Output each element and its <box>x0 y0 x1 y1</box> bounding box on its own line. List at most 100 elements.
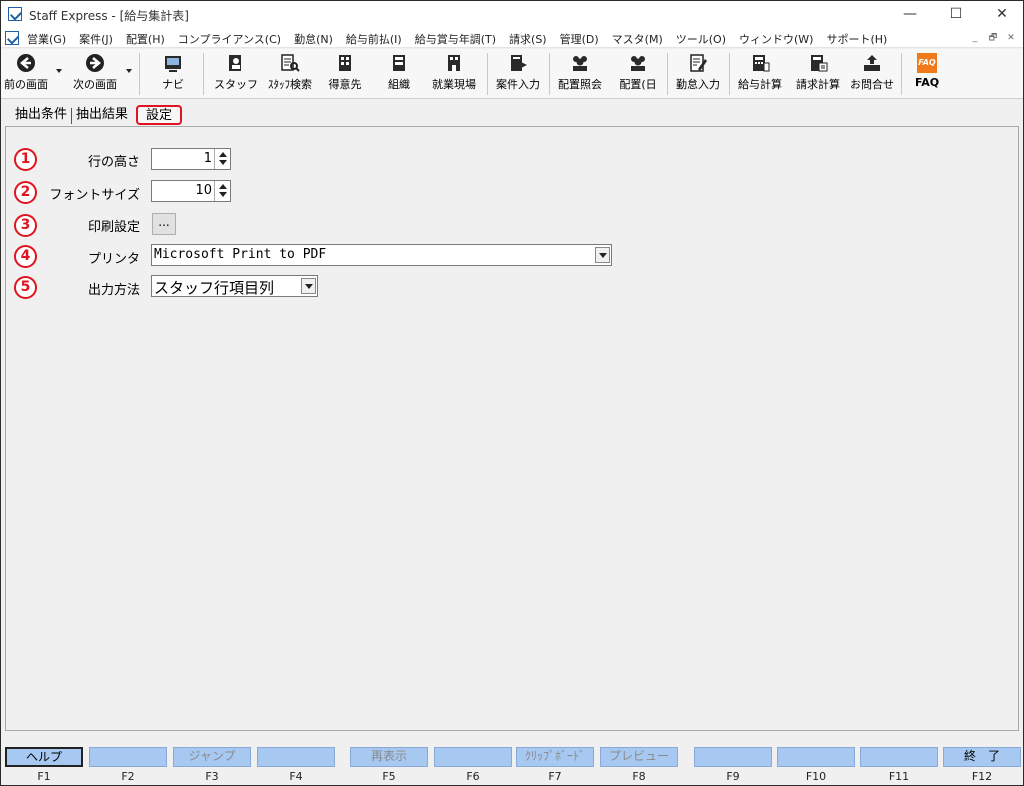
menu-billing[interactable]: 請求(S) <box>509 31 547 47</box>
contact-label: お問合せ <box>850 78 894 91</box>
assignment-people-icon <box>573 56 587 71</box>
spin-up-icon[interactable] <box>219 184 227 189</box>
font-size-stepper[interactable]: 10 <box>151 180 231 202</box>
f4-button[interactable] <box>257 747 335 767</box>
faq-button[interactable]: FAQ FAQ <box>905 51 949 95</box>
tab-extraction-conditions[interactable]: 抽出条件 <box>11 105 71 125</box>
close-button[interactable]: ✕ <box>979 1 1024 29</box>
menu-salary-advance[interactable]: 給与前払(I) <box>346 31 402 47</box>
assign-day-button[interactable]: 配置(日 <box>613 51 663 95</box>
mdi-minimize-button[interactable]: _ <box>967 32 983 45</box>
billing-calc-button[interactable]: 請求計算 <box>791 51 845 95</box>
app-logo-icon <box>8 7 22 21</box>
back-button[interactable]: 前の画面 <box>1 51 51 95</box>
f9-button[interactable] <box>694 747 772 767</box>
step-badge-3: 3 <box>14 214 37 237</box>
f5-refresh-button[interactable]: 再表示 <box>350 747 428 767</box>
case-entry-label: 案件入力 <box>496 78 540 91</box>
billing-calculator-icon <box>811 55 828 72</box>
function-key-bar: ヘルプ ジャンプ 再表示 ｸﾘｯﾌﾟﾎﾞｰﾄﾞ プレビュー 終 了 F1 F2 … <box>5 747 1021 785</box>
font-size-value: 10 <box>195 183 212 198</box>
step-badge-5: 5 <box>14 276 37 299</box>
f6-button[interactable] <box>434 747 512 767</box>
menu-compliance[interactable]: コンプライアンス(C) <box>178 31 281 47</box>
print-settings-button[interactable]: ... <box>152 213 176 235</box>
f5-key-label: F5 <box>382 770 396 783</box>
printer-row: 4 プリンタ Microsoft Print to PDF <box>6 244 1020 268</box>
print-settings-row: 3 印刷設定 ... <box>6 213 1020 237</box>
f7-clipboard-button[interactable]: ｸﾘｯﾌﾟﾎﾞｰﾄﾞ <box>516 747 594 767</box>
f8-key-label: F8 <box>632 770 646 783</box>
staff-button[interactable]: スタッフ <box>213 51 259 95</box>
menu-tools[interactable]: ツール(O) <box>676 31 726 47</box>
toolbar-separator <box>549 53 550 95</box>
toolbar-separator <box>729 53 730 95</box>
f1-help-button[interactable]: ヘルプ <box>5 747 83 767</box>
font-size-spin-buttons[interactable] <box>214 181 230 201</box>
output-method-row: 5 出力方法 スタッフ行項目列 <box>6 275 1020 299</box>
f10-key-label: F10 <box>805 770 827 783</box>
client-button[interactable]: 得意先 <box>323 51 367 95</box>
navi-button[interactable]: ナビ <box>151 51 195 95</box>
case-entry-button[interactable]: 案件入力 <box>491 51 545 95</box>
f3-jump-button[interactable]: ジャンプ <box>173 747 251 767</box>
staff-search-button[interactable]: ｽﾀｯﾌ検索 <box>263 51 317 95</box>
f11-button[interactable] <box>860 747 938 767</box>
payroll-calc-button[interactable]: 給与計算 <box>733 51 787 95</box>
f8-preview-button[interactable]: プレビュー <box>600 747 678 767</box>
contact-button[interactable]: お問合せ <box>847 51 897 95</box>
toolbar-separator <box>667 53 668 95</box>
printer-label: プリンタ <box>87 252 140 267</box>
menu-assignment[interactable]: 配置(H) <box>126 31 165 47</box>
assignment-day-icon <box>631 56 645 71</box>
spin-up-icon[interactable] <box>219 152 227 157</box>
assign-query-label: 配置照会 <box>558 78 602 91</box>
toolbar: 前の画面 次の画面 ナビ スタッフ ｽﾀｯﾌ検索 得意先 組織 就業現場 案件入… <box>1 49 1023 99</box>
tab-extraction-results[interactable]: 抽出結果 <box>72 105 132 125</box>
tab-settings[interactable]: 設定 <box>136 105 183 125</box>
mdi-restore-button[interactable]: 🗗 <box>985 32 1001 45</box>
menu-sales[interactable]: 営業(G) <box>27 31 66 47</box>
org-button[interactable]: 組織 <box>377 51 421 95</box>
menu-window[interactable]: ウィンドウ(W) <box>739 31 813 47</box>
mdi-close-button[interactable]: ✕ <box>1003 32 1019 45</box>
print-settings-label: 印刷設定 <box>87 220 140 235</box>
f12-exit-button[interactable]: 終 了 <box>943 747 1021 767</box>
output-method-select[interactable]: スタッフ行項目列 <box>151 275 318 297</box>
font-size-label: フォントサイズ <box>49 188 140 203</box>
assign-query-button[interactable]: 配置照会 <box>553 51 607 95</box>
back-label: 前の画面 <box>4 78 48 91</box>
forward-button[interactable]: 次の画面 <box>67 51 123 95</box>
arrow-right-icon <box>86 54 104 72</box>
window-title: Staff Express - [給与集計表] <box>29 9 189 23</box>
menu-support[interactable]: サポート(H) <box>826 31 887 47</box>
printer-select[interactable]: Microsoft Print to PDF <box>151 244 612 266</box>
spin-down-icon[interactable] <box>219 192 227 197</box>
menu-cases[interactable]: 案件(J) <box>79 31 113 47</box>
row-height-spin-buttons[interactable] <box>214 149 230 169</box>
menu-payroll[interactable]: 給与賞与年調(T) <box>415 31 496 47</box>
chevron-down-icon[interactable] <box>595 247 610 263</box>
client-label: 得意先 <box>328 78 362 91</box>
minimize-button[interactable]: — <box>887 1 933 29</box>
attendance-entry-button[interactable]: 勤怠入力 <box>671 51 725 95</box>
back-history-dropdown-icon[interactable] <box>56 69 62 73</box>
row-height-value: 1 <box>203 151 212 166</box>
row-height-stepper[interactable]: 1 <box>151 148 231 170</box>
output-method-selected-value: スタッフ行項目列 <box>154 279 275 297</box>
menu-master[interactable]: マスタ(M) <box>612 31 663 47</box>
f2-key-label: F2 <box>121 770 135 783</box>
f2-button[interactable] <box>89 747 167 767</box>
f11-key-label: F11 <box>888 770 910 783</box>
spin-down-icon[interactable] <box>219 160 227 165</box>
f10-button[interactable] <box>777 747 855 767</box>
chevron-down-icon[interactable] <box>301 278 316 294</box>
forward-history-dropdown-icon[interactable] <box>126 69 132 73</box>
f9-key-label: F9 <box>726 770 740 783</box>
menu-admin[interactable]: 管理(D) <box>560 31 599 47</box>
forward-label: 次の画面 <box>73 78 117 91</box>
maximize-button[interactable]: ☐ <box>933 1 979 29</box>
worksite-button[interactable]: 就業現場 <box>429 51 479 95</box>
mdi-system-icon[interactable] <box>5 31 19 45</box>
menu-attendance[interactable]: 勤怠(N) <box>294 31 333 47</box>
